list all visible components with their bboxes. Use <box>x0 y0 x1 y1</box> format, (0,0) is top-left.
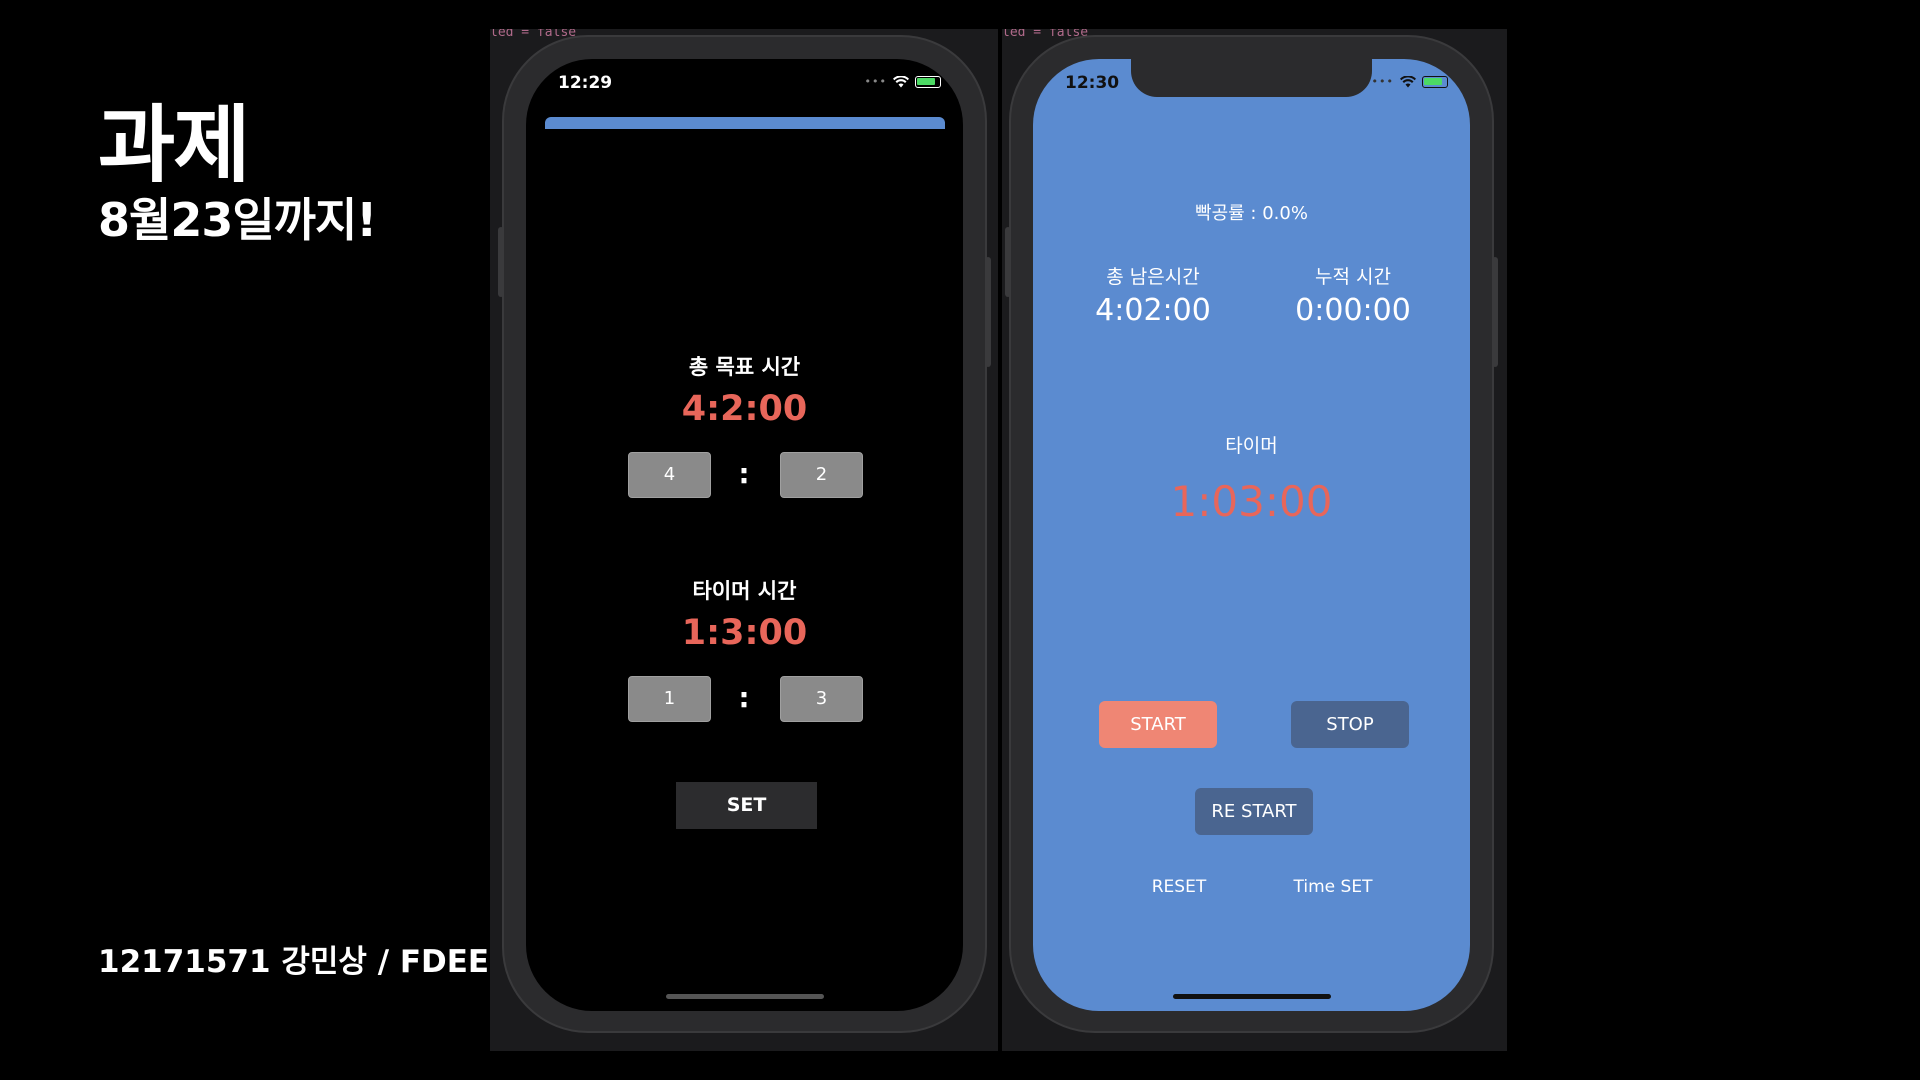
remaining-value: 4:02:00 <box>1095 293 1211 328</box>
home-indicator <box>665 994 824 999</box>
volume-button <box>498 227 504 297</box>
goal-minutes-input[interactable]: 2 <box>780 452 863 498</box>
timer-hours-input[interactable]: 1 <box>628 676 711 722</box>
notch <box>1131 59 1372 97</box>
timer-colon: : <box>738 681 750 714</box>
volume-button <box>1005 227 1011 297</box>
battery-icon <box>1422 75 1448 88</box>
screen-timer: 12:30 •••• 빡공률 : 0.0% 총 남은시간 4:02:00 누적 … <box>1033 59 1470 1011</box>
goal-colon: : <box>738 457 750 490</box>
wifi-icon <box>893 75 909 87</box>
status-time: 12:29 <box>558 73 613 93</box>
start-button[interactable]: START <box>1099 701 1217 748</box>
status-icons: •••• <box>857 75 941 88</box>
timer-minutes-input[interactable]: 3 <box>780 676 863 722</box>
stop-button[interactable]: STOP <box>1291 701 1409 748</box>
status-icons: •••• <box>1364 75 1448 88</box>
restart-button[interactable]: RE START <box>1195 788 1313 835</box>
timer-label: 타이머 <box>1225 435 1278 457</box>
simulator-phone-right: 12:30 •••• 빡공률 : 0.0% 총 남은시간 4:02:00 누적 … <box>1005 35 1498 1033</box>
home-indicator <box>1172 994 1331 999</box>
wifi-icon <box>1400 75 1416 87</box>
battery-icon <box>915 75 941 88</box>
power-button <box>1492 257 1498 367</box>
screen-setup: 12:29 •••• 총 목표 시간 4:2:00 4 : 2 타이머 시간 1… <box>526 59 963 1011</box>
status-time: 12:30 <box>1065 73 1120 93</box>
top-strip <box>545 117 945 129</box>
reset-button[interactable]: RESET <box>1109 877 1249 897</box>
slide-title: 과제 <box>98 96 251 194</box>
goal-hours-input[interactable]: 4 <box>628 452 711 498</box>
timer-label: 타이머 시간 <box>692 579 797 603</box>
slide-footer: 12171571 강민상 / FDEE <box>98 944 490 980</box>
goal-label: 총 목표 시간 <box>688 355 801 379</box>
timer-time: 1:3:00 <box>681 613 808 653</box>
simulator-phone-left: 12:29 •••• 총 목표 시간 4:2:00 4 : 2 타이머 시간 1… <box>498 35 991 1033</box>
accumulated-label: 누적 시간 <box>1315 266 1391 288</box>
notch <box>624 59 865 97</box>
study-rate: 빡공률 : 0.0% <box>1195 203 1308 224</box>
set-button[interactable]: SET <box>676 782 817 829</box>
timer-value: 1:03:00 <box>1170 477 1333 526</box>
remaining-label: 총 남은시간 <box>1106 266 1200 288</box>
accumulated-value: 0:00:00 <box>1295 293 1411 328</box>
goal-time: 4:2:00 <box>681 389 808 429</box>
time-set-button[interactable]: Time SET <box>1263 877 1403 897</box>
slide-subtitle: 8월23일까지! <box>98 193 377 247</box>
power-button <box>985 257 991 367</box>
